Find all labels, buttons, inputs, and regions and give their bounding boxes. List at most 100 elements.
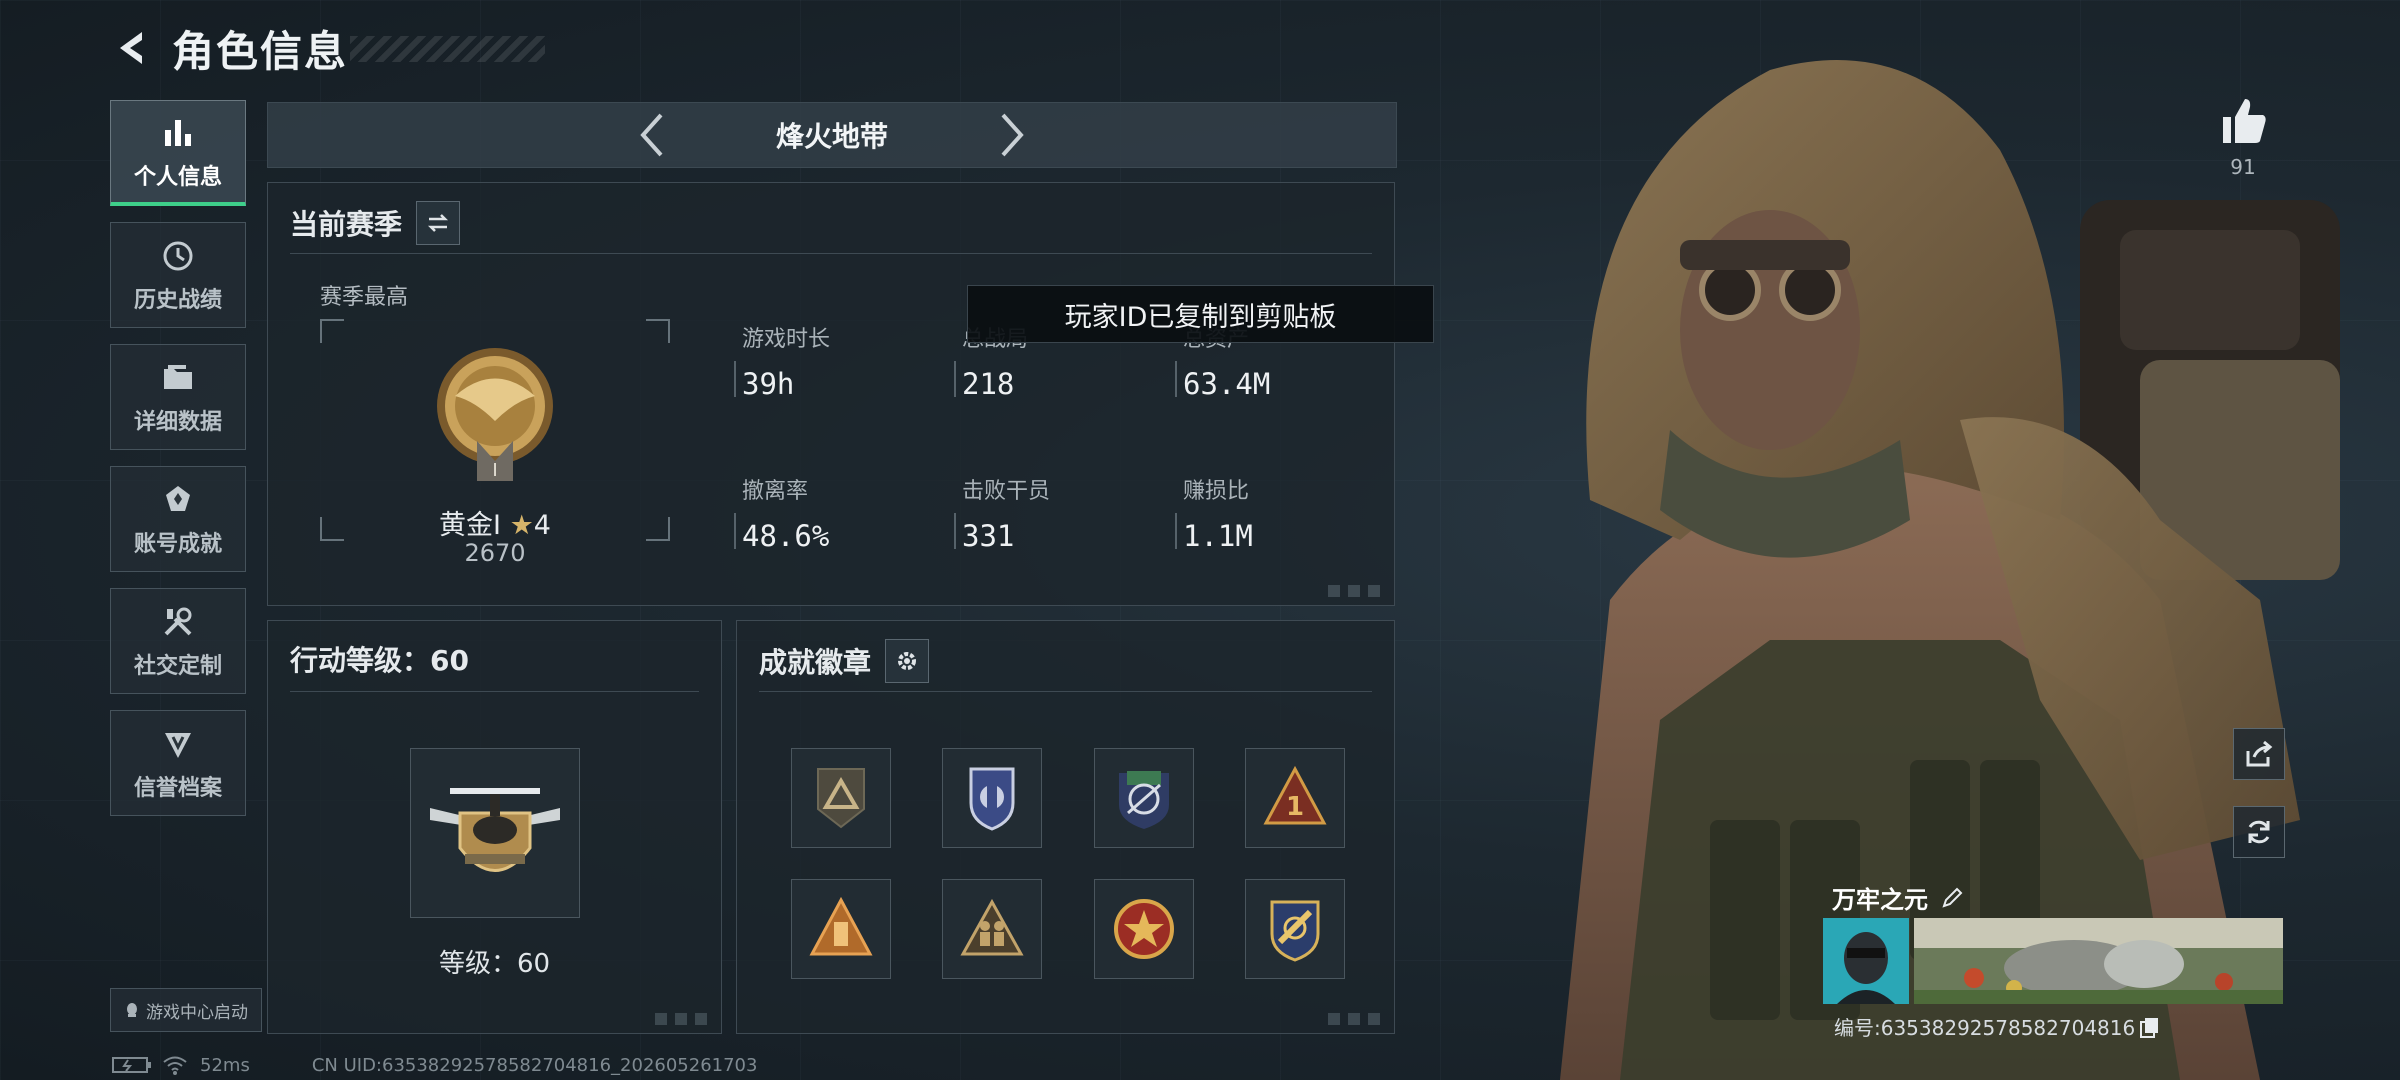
svg-text:I: I [492,460,497,481]
stat-label: 游戏时长 [742,327,831,352]
badge-slot[interactable] [791,879,891,979]
achievements-title: 成就徽章 [759,646,872,679]
game-center-launch-button[interactable]: 游戏中心启动 [110,988,262,1032]
gear-icon [898,652,917,670]
badge-crosshair-icon [1119,771,1169,829]
back-arrow-icon[interactable] [110,26,154,70]
nav-item-achievements[interactable]: 账号成就 [110,466,246,572]
badge-slot[interactable] [942,748,1042,848]
action-level-panel: 行动等级：60 等级：60 [267,620,722,1034]
rank-name: 黄金I [439,510,501,541]
badge-slot[interactable] [1094,879,1194,979]
corner-decoration [1328,1013,1384,1025]
season-panel-title: 当前赛季 [290,201,461,245]
qq-icon [124,1002,140,1018]
stat-value: 331 [962,519,1015,553]
nav-item-social-custom[interactable]: 社交定制 [110,588,246,694]
badge-triangle-icon [817,768,865,829]
stat-operators-defeated: 击败干员 331 [954,473,1162,553]
refresh-icon [2248,820,2270,844]
battery-icon [112,1057,151,1073]
history-icon [158,236,198,276]
swap-season-button[interactable] [416,201,461,245]
rank-display: 黄金I ★4 [320,503,670,542]
level-label: 等级：60 [438,949,551,979]
stat-extraction-rate: 撤离率 48.6% [734,473,942,553]
banner-artwork [1914,918,2283,1004]
launch-label: 游戏中心启动 [146,1002,248,1023]
uid-text: CN UID:63538292578582704816_202605261703 [311,1054,758,1076]
nav-label: 个人信息 [133,164,222,190]
nav-item-detailed-data[interactable]: 详细数据 [110,344,246,450]
bar-chart-icon [158,113,198,153]
nav-item-personal-info[interactable]: 个人信息 [110,100,246,206]
badge-one-icon: 1 [1263,765,1327,825]
badge-slot[interactable] [1094,748,1194,848]
nav-label: 历史战绩 [133,288,222,313]
badge-slot[interactable] [942,879,1042,979]
stat-play-time: 游戏时长 39h [734,321,942,401]
ping-value: 52ms [200,1054,250,1076]
badge-slot[interactable] [1245,879,1345,979]
player-name: 万牢之元 [1832,886,1928,914]
like-block[interactable]: 91 [2210,95,2276,179]
badge-slot[interactable] [791,748,891,848]
badge-star-icon [1114,899,1174,959]
nav-label: 社交定制 [133,654,222,679]
stat-value: 63.4M [1183,367,1271,401]
stat-profit-loss-ratio: 赚损比 1.1M [1175,473,1383,553]
badge-settings-button[interactable] [885,639,930,683]
rank-stars: 4 [533,510,551,541]
badge-soldiers-icon [960,898,1024,956]
achievement-badges-panel: 成就徽章 1 [736,620,1395,1034]
next-mode-arrow-icon[interactable] [982,105,1042,165]
status-footer: 52ms CN UID:63538292578582704816_2026052… [112,1054,757,1076]
player-id-row[interactable]: 编号:6353829257858270481​6 [1834,1012,2161,1041]
prev-mode-arrow-icon[interactable] [622,105,682,165]
mode-name: 烽火地带 [775,120,888,153]
page-title: 角色信息 [172,26,349,76]
achievements-title-row: 成就徽章 [759,639,930,683]
edit-pencil-icon[interactable] [1940,886,1964,910]
nav-item-history[interactable]: 历史战绩 [110,222,246,328]
gold-rank-emblem-icon: I [437,348,553,481]
copy-icon[interactable] [2139,1016,2161,1038]
folder-icon [158,358,198,398]
stat-value: 48.6% [742,519,830,553]
nav-label: 详细数据 [133,410,222,435]
rank-score: 2670 [464,539,526,567]
divider [290,691,699,692]
stat-value: 1.1M [1183,519,1253,553]
avatar[interactable] [1823,918,1909,1004]
refresh-button[interactable] [2233,806,2285,858]
badge-slot[interactable]: 1 [1245,748,1345,848]
season-title: 当前赛季 [290,208,403,241]
corner-decoration [1328,585,1384,597]
divider [290,253,1372,254]
stat-label: 赚损比 [1183,479,1250,504]
stat-label: 击败干员 [962,479,1051,504]
mode-selector: 烽火地带 [267,102,1397,168]
season-best-label: 赛季最高 [320,285,409,310]
stat-value: 39h [742,367,795,401]
wifi-icon [163,1056,187,1075]
credit-shield-icon [158,724,198,764]
thumbs-up-icon [2223,99,2266,143]
star-icon: ★ [509,510,534,541]
tools-icon [158,602,198,642]
badge-tower-icon [809,896,873,956]
profile-banner[interactable] [1914,918,2283,1004]
nav-item-credit-profile[interactable]: 信誉档案 [110,710,246,816]
like-count: 91 [2230,155,2256,179]
stat-label: 撤离率 [742,479,809,504]
svg-text:1: 1 [1286,792,1304,822]
copied-toast: 玩家ID已复制到剪贴板 [967,285,1434,343]
helicopter-emblem-icon [430,788,560,872]
stat-value: 218 [962,367,1015,401]
player-id: 编号:6353829257858270481​6 [1834,1016,2136,1040]
swap-icon [427,214,449,232]
share-button[interactable] [2233,728,2285,780]
nav-label: 信誉档案 [133,776,222,801]
level-emblem-frame [410,748,580,918]
badge-wrench-icon [1270,900,1320,962]
